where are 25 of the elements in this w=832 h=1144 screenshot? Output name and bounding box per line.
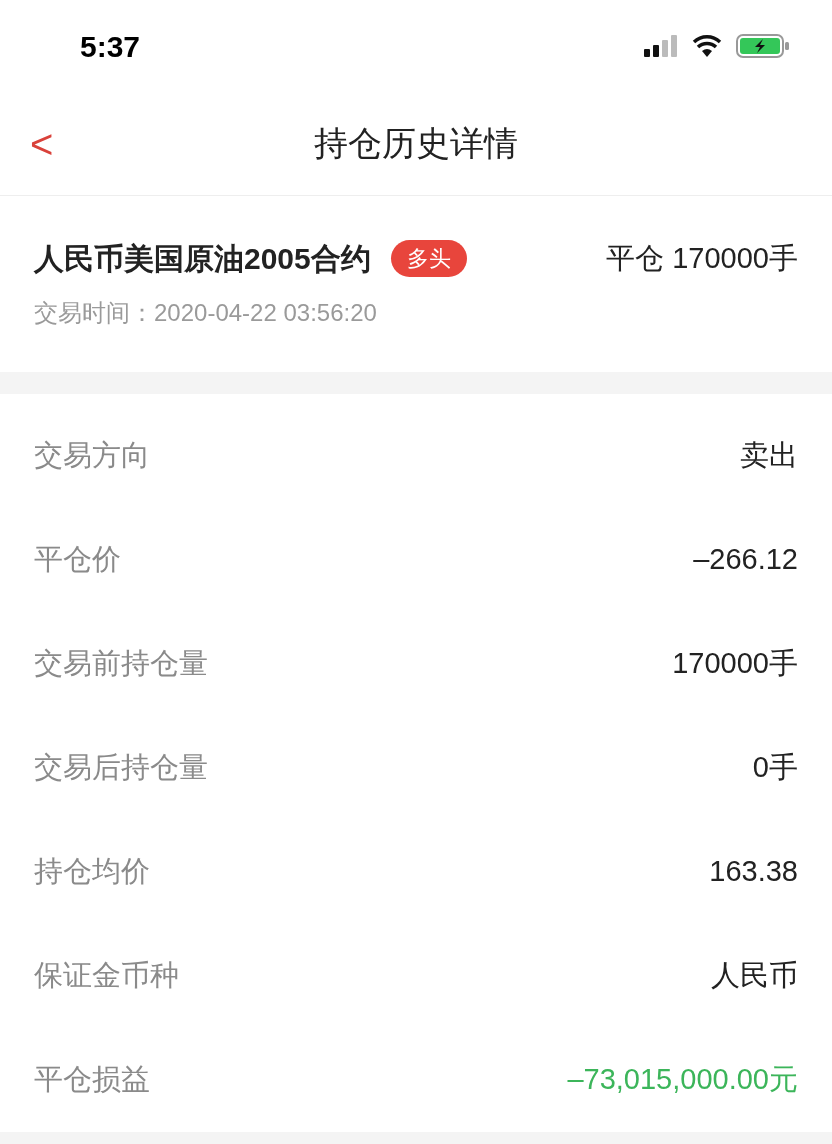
row-value: –266.12 xyxy=(693,542,798,578)
row-label: 交易后持仓量 xyxy=(34,750,208,786)
position-tag: 多头 xyxy=(390,240,467,277)
wifi-icon xyxy=(692,35,722,57)
row-label: 平仓价 xyxy=(34,542,121,578)
page-title: 持仓历史详情 xyxy=(314,123,518,164)
status-time: 5:37 xyxy=(80,28,141,65)
row-label: 平仓损益 xyxy=(34,1062,150,1098)
row-value: 人民币 xyxy=(711,958,798,994)
trade-time-label: 交易时间： xyxy=(34,298,154,328)
row-value: 0手 xyxy=(752,750,798,786)
row-label: 交易方向 xyxy=(34,438,150,474)
row-value: –73,015,000.00元 xyxy=(567,1062,798,1098)
row-label: 保证金币种 xyxy=(34,958,179,994)
contract-name: 人民币美国原油2005合约 xyxy=(34,241,371,277)
row-value: 163.38 xyxy=(709,854,798,890)
row-label: 交易前持仓量 xyxy=(34,646,208,682)
row-value: 170000手 xyxy=(672,646,798,682)
row-label: 持仓均价 xyxy=(34,854,150,890)
row-value: 卖出 xyxy=(740,438,798,474)
trade-time: 2020-04-22 03:56:20 xyxy=(154,298,377,328)
battery-icon xyxy=(736,34,790,58)
close-quantity: 平仓 170000手 xyxy=(606,240,798,276)
back-button[interactable]: < xyxy=(30,123,54,164)
signal-icon xyxy=(644,35,678,57)
